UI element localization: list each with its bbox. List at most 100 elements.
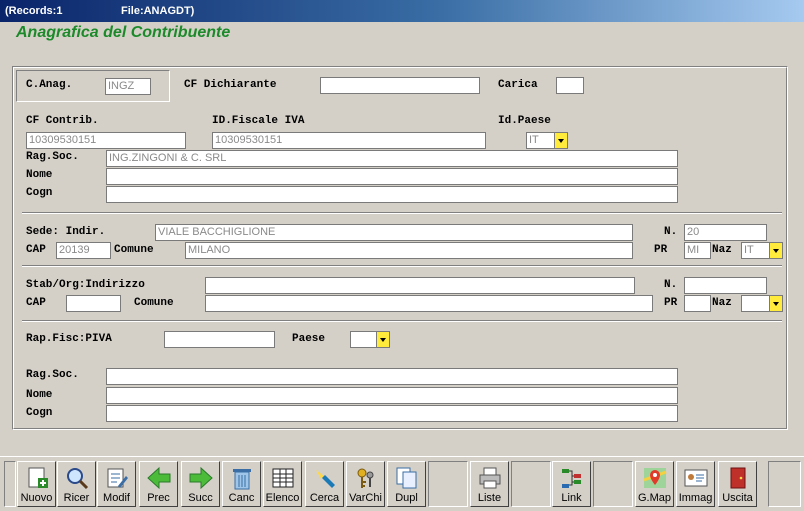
divider <box>22 265 782 267</box>
stab-n-label: N. <box>664 279 678 291</box>
cerca-label: Cerca <box>309 492 340 504</box>
rap-cogn-label: Cogn <box>26 407 53 419</box>
ragsoc-label: Rag.Soc. <box>26 151 79 163</box>
duplicate-icon <box>396 467 417 489</box>
toolbar-spacer <box>768 461 801 507</box>
sede-comune-field[interactable]: MILANO <box>185 242 633 259</box>
canc-button[interactable]: Canc <box>222 461 261 507</box>
stab-naz-label: Naz <box>712 297 732 309</box>
stab-comune-field[interactable] <box>205 295 653 312</box>
succ-button[interactable]: Succ <box>181 461 220 507</box>
sede-naz-value: IT <box>744 244 754 256</box>
elenco-button[interactable]: Elenco <box>263 461 302 507</box>
uscita-button[interactable]: Uscita <box>718 461 757 507</box>
prec-button[interactable]: Prec <box>139 461 178 507</box>
stab-comune-label: Comune <box>134 297 174 309</box>
new-document-icon <box>28 467 48 488</box>
rap-cogn-field[interactable] <box>106 405 678 422</box>
sede-cap-field[interactable]: 20139 <box>56 242 111 259</box>
edit-icon <box>107 468 128 488</box>
cf-dichiarante-label: CF Dichiarante <box>184 79 277 91</box>
cf-contrib-field[interactable]: 10309530151 <box>26 132 186 149</box>
trash-icon <box>233 469 251 490</box>
nome-field[interactable] <box>106 168 678 185</box>
c-anag-label: C.Anag. <box>26 79 73 91</box>
c-anag-field[interactable]: INGZ <box>105 78 151 95</box>
nome-label: Nome <box>26 169 53 181</box>
rap-piva-label: Rap.Fisc:PIVA <box>26 333 112 345</box>
succ-label: Succ <box>188 492 213 504</box>
ricer-label: Ricer <box>63 492 90 504</box>
varchi-button[interactable]: VarChi <box>346 461 385 507</box>
rap-ragsoc-field[interactable] <box>106 368 678 385</box>
rap-paese-label: Paese <box>292 333 326 345</box>
rap-nome-field[interactable] <box>106 387 678 404</box>
dupl-label: Dupl <box>395 492 418 504</box>
cf-contrib-label: CF Contrib. <box>26 115 99 127</box>
stab-cap-field[interactable] <box>66 295 121 312</box>
id-paese-select[interactable]: IT <box>526 132 568 149</box>
link-tree-icon <box>562 469 581 488</box>
search-icon <box>67 468 89 490</box>
stab-naz-select[interactable] <box>741 295 783 312</box>
sede-cap-label: CAP <box>26 244 46 256</box>
flashlight-icon <box>316 470 335 488</box>
nuovo-button[interactable]: Nuovo <box>17 461 56 507</box>
keys-icon <box>357 468 374 488</box>
chevron-down-icon[interactable] <box>769 296 782 311</box>
varchi-label: VarChi <box>349 492 382 504</box>
rap-nome-label: Nome <box>26 389 53 401</box>
sede-comune-label: Comune <box>114 244 154 256</box>
stab-n-field[interactable] <box>684 277 767 294</box>
rap-piva-field[interactable] <box>164 331 275 348</box>
link-button[interactable]: Link <box>552 461 591 507</box>
sede-pr-field[interactable]: MI <box>684 242 711 259</box>
chevron-down-icon[interactable] <box>376 332 389 347</box>
ragsoc-field[interactable]: ING.ZINGONI & C. SRL <box>106 150 678 167</box>
cerca-button[interactable]: Cerca <box>305 461 344 507</box>
map-pin-icon <box>643 468 667 488</box>
stab-indir-field[interactable] <box>205 277 635 294</box>
immag-label: Immag <box>678 492 713 504</box>
carica-label: Carica <box>498 79 538 91</box>
dupl-button[interactable]: Dupl <box>387 461 426 507</box>
uscita-label: Uscita <box>722 492 753 504</box>
sede-naz-label: Naz <box>712 244 732 256</box>
id-paese-label: Id.Paese <box>498 115 551 127</box>
toolbar-spacer <box>4 461 16 507</box>
toolbar-spacer <box>593 461 633 507</box>
id-paese-value: IT <box>529 134 539 146</box>
records-count: (Records:1 <box>5 5 63 17</box>
sede-indir-field[interactable]: VIALE BACCHIGLIONE <box>155 224 633 241</box>
divider <box>22 320 782 322</box>
sede-n-label: N. <box>664 226 678 238</box>
nuovo-label: Nuovo <box>20 492 53 504</box>
exit-door-icon <box>730 467 746 489</box>
chevron-down-icon[interactable] <box>769 243 782 258</box>
sede-n-field[interactable]: 20 <box>684 224 767 241</box>
carica-field[interactable] <box>556 77 584 94</box>
gmap-button[interactable]: G.Map <box>635 461 674 507</box>
table-icon <box>272 468 294 488</box>
liste-button[interactable]: Liste <box>470 461 509 507</box>
link-label: Link <box>561 492 582 504</box>
stab-pr-field[interactable] <box>684 295 711 312</box>
rap-ragsoc-label: Rag.Soc. <box>26 369 79 381</box>
cogn-label: Cogn <box>26 187 53 199</box>
sede-pr-label: PR <box>654 244 668 256</box>
modif-label: Modif <box>103 492 130 504</box>
cf-dichiarante-field[interactable] <box>320 77 480 94</box>
rap-paese-select[interactable] <box>350 331 390 348</box>
title-bar: (Records:1 File:ANAGDT) <box>0 0 804 22</box>
ricer-button[interactable]: Ricer <box>57 461 96 507</box>
id-card-icon <box>684 469 708 487</box>
modif-button[interactable]: Modif <box>97 461 136 507</box>
sede-naz-select[interactable]: IT <box>741 242 783 259</box>
stab-indir-label: Stab/Org:Indirizzo <box>26 279 145 291</box>
gmap-label: G.Map <box>637 492 671 504</box>
chevron-down-icon[interactable] <box>554 133 567 148</box>
id-fiscale-field[interactable]: 10309530151 <box>212 132 486 149</box>
cogn-field[interactable] <box>106 186 678 203</box>
immag-button[interactable]: Immag <box>676 461 715 507</box>
file-name: File:ANAGDT) <box>121 5 195 17</box>
